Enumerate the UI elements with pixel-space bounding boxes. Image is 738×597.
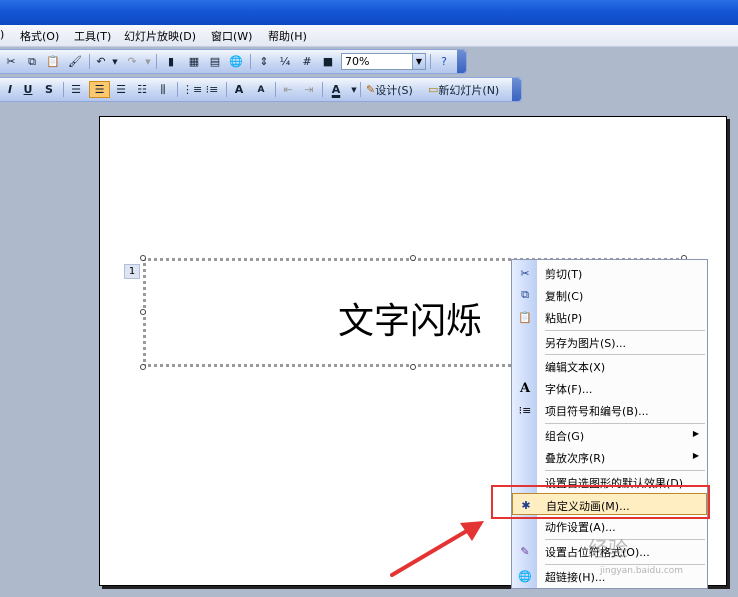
font-icon: A xyxy=(519,380,531,396)
decrease-indent-icon[interactable]: ⇤ xyxy=(280,81,296,98)
decrease-font-button[interactable]: A xyxy=(253,81,269,98)
menu-item-help[interactable]: 帮助(H) xyxy=(268,28,307,44)
resize-handle-bl[interactable] xyxy=(140,364,146,370)
toolbar-separator xyxy=(226,82,227,97)
increase-indent-icon[interactable]: ⇥ xyxy=(301,81,317,98)
resize-handle-tl[interactable] xyxy=(140,255,146,261)
annotation-highlight-box xyxy=(491,485,710,519)
line-spacing-icon[interactable]: ⫼ xyxy=(155,81,171,98)
menu-item-slideshow[interactable]: 幻灯片放映(D) xyxy=(124,28,196,44)
align-center-icon[interactable]: ☰ xyxy=(89,81,110,98)
bullets-icon: ⁝≡ xyxy=(518,403,532,417)
toolbar-separator xyxy=(156,54,157,69)
resize-handle-bottom[interactable] xyxy=(410,364,416,370)
context-menu-item-paste[interactable]: 📋 粘贴(P) xyxy=(512,306,707,328)
toolbar-options-icon[interactable] xyxy=(457,50,466,73)
toolbar-separator xyxy=(322,82,323,97)
increase-font-button[interactable]: A xyxy=(231,81,247,98)
underline-button[interactable]: U xyxy=(20,81,36,98)
design-label: 设计(S) xyxy=(375,83,413,97)
slide-title-text[interactable]: 文字闪烁 xyxy=(338,292,482,344)
bullets-icon[interactable]: ⁝≡ xyxy=(204,81,220,98)
menu-bar: ) 格式(O) 工具(T) 幻灯片放映(D) 窗口(W) 帮助(H) xyxy=(0,25,738,47)
cut-icon[interactable]: ✂ xyxy=(3,53,19,70)
toolbar-separator xyxy=(177,82,178,97)
help-icon[interactable]: ? xyxy=(436,53,452,70)
toolbar-separator xyxy=(89,54,90,69)
distribute-icon[interactable]: ☷ xyxy=(134,81,150,98)
align-left-icon[interactable]: ☰ xyxy=(68,81,84,98)
toolbar-separator xyxy=(275,82,276,97)
toolbar-separator xyxy=(430,54,431,69)
submenu-arrow-icon: ▶ xyxy=(692,451,699,460)
menu-item-format[interactable]: 格式(O) xyxy=(20,28,59,44)
design-icon: ✎ xyxy=(366,83,376,96)
align-right-icon[interactable]: ☰ xyxy=(113,81,129,98)
new-slide-button[interactable]: ▭ 新幻灯片(N) xyxy=(428,81,499,98)
resize-handle-top[interactable] xyxy=(410,255,416,261)
redo-icon[interactable]: ↷ xyxy=(124,53,140,70)
menu-item-window[interactable]: 窗口(W) xyxy=(211,28,252,44)
redo-dropdown-icon[interactable]: ▼ xyxy=(140,53,156,70)
insert-table-icon[interactable]: ▦ xyxy=(186,53,202,70)
formatting-toolbar: I U S ☰ ☰ ☰ ☷ ⫼ ⋮≡ ⁝≡ A A ⇤ ⇥ A ▼ ✎ 设计(S… xyxy=(0,77,522,102)
watermark-text: 经验 xyxy=(588,537,628,561)
toolbar-options-icon[interactable] xyxy=(512,78,521,101)
menu-item-edge[interactable]: ) xyxy=(0,28,4,41)
title-bar xyxy=(0,0,738,25)
context-menu-item-bullets[interactable]: ⁝≡ 项目符号和编号(B)... xyxy=(512,399,707,421)
undo-dropdown-icon[interactable]: ▼ xyxy=(107,53,123,70)
show-formatting-icon[interactable]: ¼ xyxy=(277,53,293,70)
format-icon: ✎ xyxy=(520,544,530,558)
submenu-arrow-icon: ▶ xyxy=(692,429,699,438)
annotation-arrow-icon xyxy=(390,521,484,577)
watermark-url: jingyan.baidu.com xyxy=(600,566,684,576)
expand-all-icon[interactable]: ⇕ xyxy=(256,53,272,70)
toolbar-separator xyxy=(360,82,361,97)
new-slide-label: 新幻灯片(N) xyxy=(438,83,500,97)
context-menu-item-font[interactable]: A 字体(F)... xyxy=(512,377,707,399)
copy-icon: ⧉ xyxy=(521,288,529,301)
context-menu-item-save-as-picture[interactable]: 另存为图片(S)... xyxy=(512,331,707,353)
insert-chart-icon[interactable]: ▮ xyxy=(163,53,179,70)
context-menu-item-cut[interactable]: ✂ 剪切(T) xyxy=(512,262,707,284)
standard-toolbar: ✂ ⧉ 📋 🖌 ↶ ▼ ↷ ▼ ▮ ▦ ▤ 🌐 ⇕ ¼ # ■ 70% ▼ ? xyxy=(0,49,467,74)
context-menu-item-group[interactable]: 组合(G) ▶ xyxy=(512,424,707,446)
color-grayscale-icon[interactable]: ■ xyxy=(320,53,336,70)
zoom-value: 70% xyxy=(345,55,370,68)
zoom-dropdown-icon[interactable]: ▼ xyxy=(412,53,426,70)
paste-icon[interactable]: 📋 xyxy=(45,53,61,70)
context-menu-item-order[interactable]: 叠放次序(R) ▶ xyxy=(512,446,707,468)
design-button[interactable]: ✎ 设计(S) xyxy=(366,81,413,98)
copy-icon[interactable]: ⧉ xyxy=(24,53,40,70)
paste-icon: 📋 xyxy=(518,310,532,324)
resize-handle-left[interactable] xyxy=(140,309,146,315)
toolbar-separator xyxy=(250,54,251,69)
slide-number-badge: 1 xyxy=(124,264,140,279)
tables-borders-icon[interactable]: ▤ xyxy=(207,53,223,70)
toolbar-separator xyxy=(63,82,64,97)
menu-item-tools[interactable]: 工具(T) xyxy=(74,28,111,44)
show-grid-icon[interactable]: # xyxy=(299,53,315,70)
numbering-icon[interactable]: ⋮≡ xyxy=(182,81,202,98)
new-slide-icon: ▭ xyxy=(428,83,439,96)
format-painter-icon[interactable]: 🖌 xyxy=(67,53,83,70)
scissors-icon: ✂ xyxy=(520,266,530,280)
font-color-button[interactable]: A xyxy=(328,81,344,98)
context-menu-item-copy[interactable]: ⧉ 复制(C) xyxy=(512,284,707,306)
insert-hyperlink-icon[interactable]: 🌐 xyxy=(228,53,244,70)
shadow-button[interactable]: S xyxy=(41,81,57,98)
context-menu-item-edit-text[interactable]: 编辑文本(X) xyxy=(512,355,707,377)
hyperlink-icon: 🌐 xyxy=(518,569,532,583)
italic-button[interactable]: I xyxy=(2,81,18,98)
